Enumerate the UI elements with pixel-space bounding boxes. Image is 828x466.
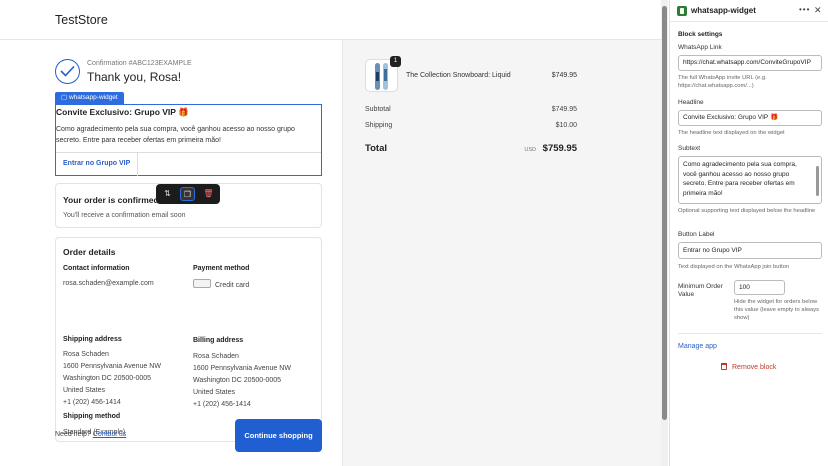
billing-address-label: Billing address xyxy=(193,337,244,344)
thank-you-heading: Thank you, Rosa! xyxy=(87,70,182,84)
help-text: Need help? Contact us xyxy=(55,431,126,438)
widget-divider xyxy=(56,152,321,153)
address-line: Washington DC 20500-0005 xyxy=(63,375,152,382)
contact-info-label: Contact information xyxy=(63,265,130,272)
payment-method-value: Credit card xyxy=(215,282,250,289)
block-settings-title: Block settings xyxy=(678,31,723,38)
whatsapp-link-help: The full WhatsApp invite URL (e.g. https… xyxy=(678,75,767,89)
widget-block-tag[interactable]: ▢ whatsapp-widget xyxy=(55,92,124,104)
whatsapp-app-icon xyxy=(677,6,687,16)
contact-us-link[interactable]: Contact us xyxy=(93,431,126,438)
min-order-help: Hide the widget for orders below this va… xyxy=(734,299,820,321)
min-order-input[interactable]: 100 xyxy=(734,280,785,295)
store-name[interactable]: TestStore xyxy=(55,13,108,27)
panel-title: whatsapp-widget xyxy=(691,6,756,15)
subtext-label: Subtext xyxy=(678,145,701,152)
trash-icon xyxy=(721,363,727,370)
duplicate-icon[interactable]: ❐ xyxy=(180,187,195,201)
widget-tag-label: whatsapp-widget xyxy=(68,94,118,101)
help-label: Need help? xyxy=(55,431,91,438)
button-label-input[interactable]: Entrar no Grupo VIP xyxy=(678,242,822,259)
order-details-card: Order details Contact information rosa.s… xyxy=(55,237,322,442)
shipping-address: Rosa Schaden 1600 Pennsylvania Avenue NW… xyxy=(63,349,161,409)
address-line: Washington DC 20500-0005 xyxy=(193,377,282,384)
store-header: TestStore xyxy=(0,0,665,40)
order-details-title: Order details xyxy=(63,247,116,257)
contact-email: rosa.schaden@example.com xyxy=(63,280,154,287)
widget-button-separator xyxy=(137,152,138,176)
total-value: $759.95 xyxy=(542,143,577,154)
checkmark-icon xyxy=(55,59,80,84)
product-price: $749.95 xyxy=(551,72,577,79)
headline-input[interactable]: Convite Exclusivo: Grupo VIP 🎁 xyxy=(678,110,822,126)
remove-block-label: Remove block xyxy=(732,364,777,371)
total-currency: USD xyxy=(524,147,536,153)
order-confirmed-text: You'll receive a confirmation email soon xyxy=(63,212,186,219)
panel-divider xyxy=(678,333,822,334)
continue-shopping-button[interactable]: Continue shopping xyxy=(235,419,322,452)
payment-method-label: Payment method xyxy=(193,265,250,272)
whatsapp-widget-block[interactable]: Convite Exclusivo: Grupo VIP 🎁 Como agra… xyxy=(55,104,322,176)
credit-card-icon xyxy=(193,279,211,288)
headline-label: Headline xyxy=(678,99,704,106)
address-line: United States xyxy=(193,389,236,396)
product-name: The Collection Snowboard: Liquid xyxy=(406,72,511,79)
shipping-label: Shipping xyxy=(365,122,393,129)
address-line: +1 (202) 456-1414 xyxy=(63,399,121,406)
more-options-icon[interactable]: ••• xyxy=(799,5,810,14)
textarea-scrollbar[interactable] xyxy=(816,166,819,196)
address-line: +1 (202) 456-1414 xyxy=(193,401,251,408)
min-order-label: Minimum Order Value xyxy=(678,283,723,298)
panel-header: whatsapp-widget ••• ✕ xyxy=(670,0,828,22)
widget-subtext: Como agradecimento pela sua compra, você… xyxy=(56,126,295,144)
checkout-preview: TestStore Confirmation #ABC123EXAMPLE Th… xyxy=(0,0,665,466)
trash-icon[interactable]: 🗑 xyxy=(201,187,216,201)
order-confirmed-title: Your order is confirmed xyxy=(63,195,159,205)
remove-block-button[interactable]: Remove block xyxy=(721,363,776,371)
shipping-value: $10.00 xyxy=(555,122,577,129)
preview-scrollbar-thumb[interactable] xyxy=(662,6,667,420)
move-icon[interactable]: ⇅ xyxy=(160,187,175,201)
shipping-method-label: Shipping method xyxy=(63,413,121,420)
address-line: Rosa Schaden xyxy=(193,353,239,360)
address-line: 1600 Pennsylvania Avenue NW xyxy=(193,365,291,372)
subtotal-value: $749.95 xyxy=(551,106,577,113)
settings-panel: whatsapp-widget ••• ✕ Block settings Wha… xyxy=(669,0,828,466)
subtext-textarea[interactable]: Como agradecimento pela sua compra, você… xyxy=(678,156,822,204)
subtotal-label: Subtotal xyxy=(365,106,391,113)
whatsapp-link-input[interactable]: https://chat.whatsapp.com/ConviteGrupoVI… xyxy=(678,55,822,71)
block-icon: ▢ xyxy=(61,94,69,101)
billing-address: Rosa Schaden 1600 Pennsylvania Avenue NW… xyxy=(193,351,291,411)
quantity-badge: 1 xyxy=(390,56,401,67)
widget-headline: Convite Exclusivo: Grupo VIP 🎁 xyxy=(56,107,189,117)
close-icon[interactable]: ✕ xyxy=(814,5,822,16)
address-line: United States xyxy=(63,387,106,394)
address-line: 1600 Pennsylvania Avenue NW xyxy=(63,363,161,370)
block-toolbar: ⇅ ❐ 🗑 xyxy=(156,184,220,204)
order-summary: 1 The Collection Snowboard: Liquid $749.… xyxy=(342,40,665,466)
manage-app-link[interactable]: Manage app xyxy=(678,343,717,350)
widget-join-button[interactable]: Entrar no Grupo VIP xyxy=(63,160,130,167)
button-label-help: Text displayed on the WhatsApp join butt… xyxy=(678,264,790,270)
button-label-label: Button Label xyxy=(678,231,715,238)
headline-help: The headline text displayed on the widge… xyxy=(678,130,785,136)
main-column: Confirmation #ABC123EXAMPLE Thank you, R… xyxy=(0,40,342,466)
confirmation-number: Confirmation #ABC123EXAMPLE xyxy=(87,60,192,67)
payment-method: Credit card xyxy=(193,279,249,292)
total-label: Total xyxy=(365,143,387,154)
shipping-address-label: Shipping address xyxy=(63,336,122,343)
address-line: Rosa Schaden xyxy=(63,351,109,358)
whatsapp-link-label: WhatsApp Link xyxy=(678,44,722,51)
subtext-help: Optional supporting text displayed below… xyxy=(678,208,816,214)
